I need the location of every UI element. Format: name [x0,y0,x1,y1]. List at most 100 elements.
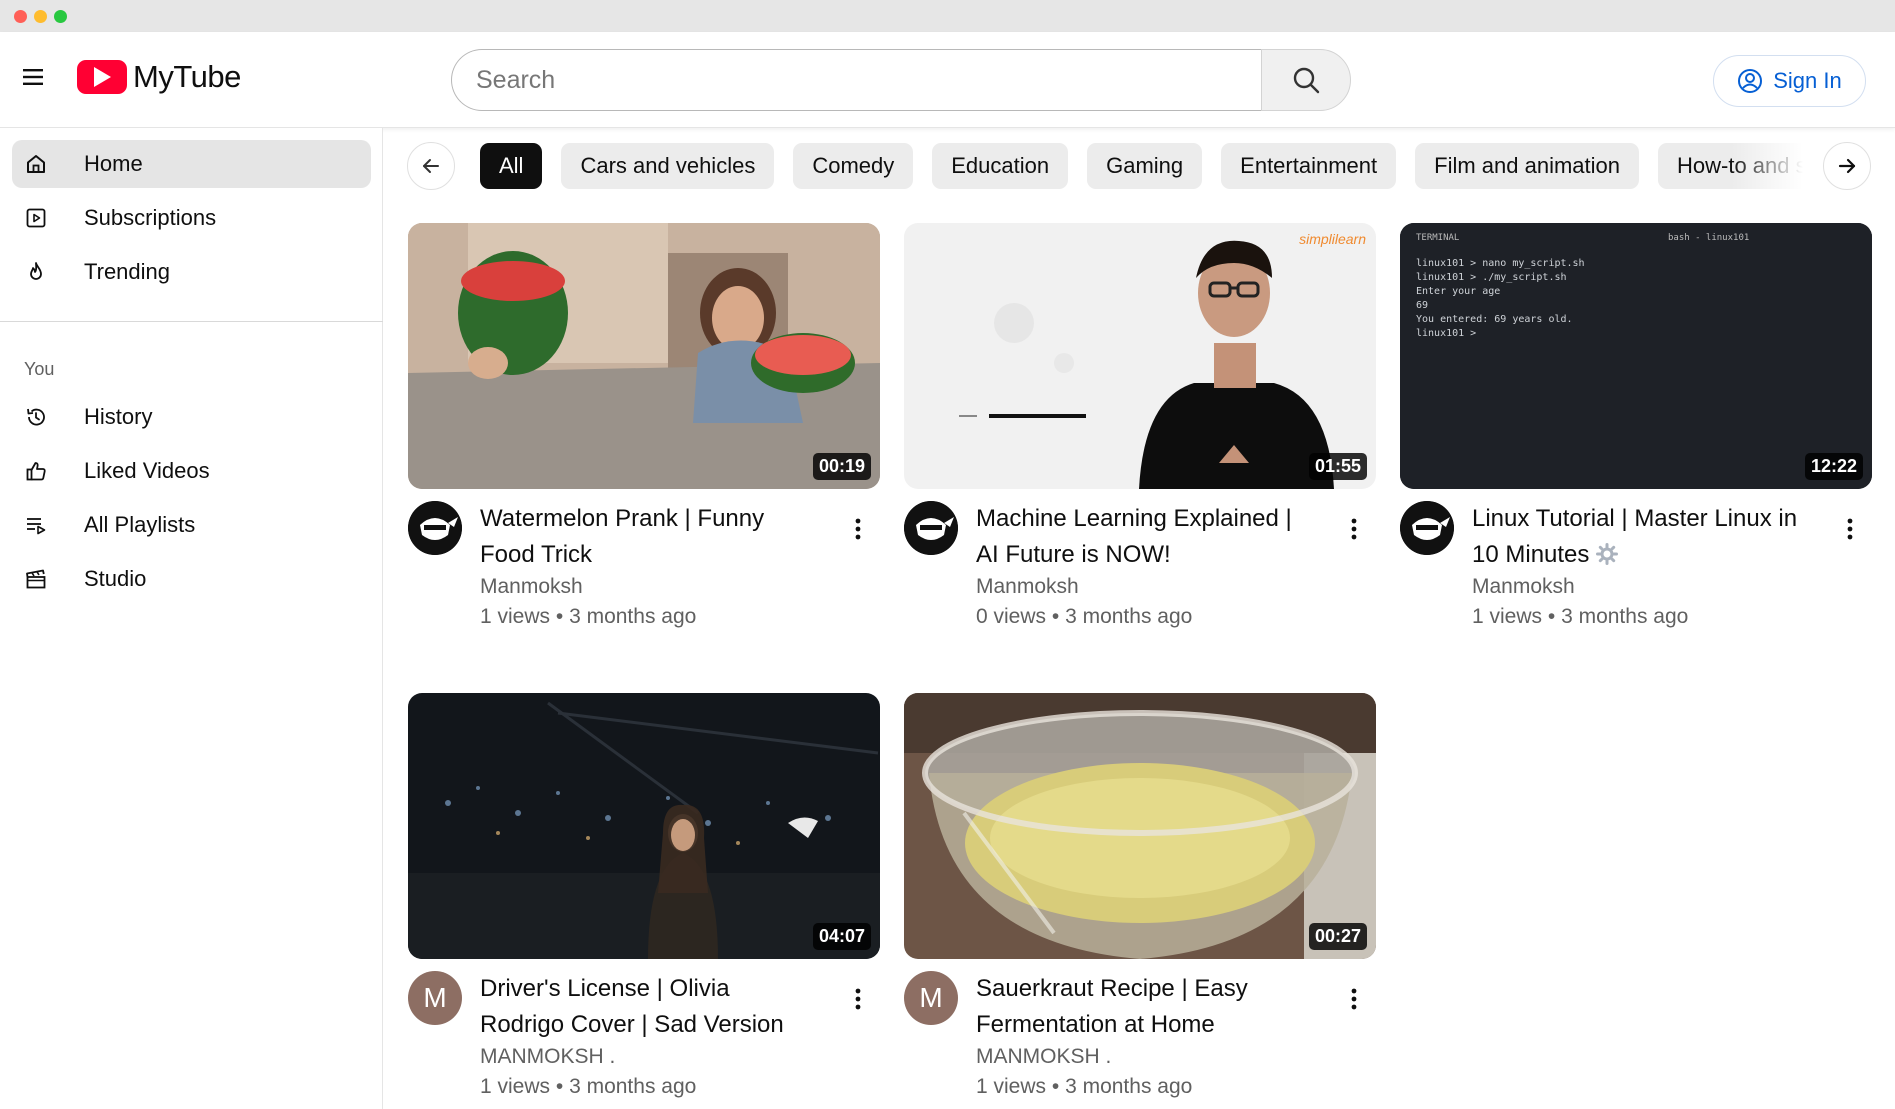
flame-icon [24,260,48,284]
chip-education[interactable]: Education [932,143,1069,189]
terminal-tab-label: TERMINAL [1416,233,1460,243]
upload-age: 3 months ago [1065,605,1193,628]
chip-comedy[interactable]: Comedy [793,143,914,189]
channel-name[interactable]: Manmoksh [1472,575,1575,599]
sidebar: Home Subscriptions Trending You History … [0,128,383,1109]
sidebar-item-label: Trending [84,259,171,284]
terminal-line: 69 [1416,300,1429,311]
video-stats: 0 views • 3 months ago [976,605,1193,628]
terminal-thumbnail-image: TERMINAL bash - linux101 linux101 > nano… [1400,223,1872,489]
ninja-avatar-icon [408,501,462,555]
search-icon [1293,67,1320,94]
terminal-shell-label: bash - linux101 [1668,233,1750,243]
presenter-thumbnail-image [904,223,1376,489]
logo-text: MyTube [133,59,241,94]
sidebar-divider [0,321,383,322]
video-title[interactable]: Watermelon Prank | Funny Food Trick [480,501,820,573]
logo[interactable]: MyTube [77,54,241,100]
video-options-button[interactable] [1838,515,1862,543]
sign-in-button[interactable]: Sign In [1713,55,1866,107]
sidebar-item-label: All Playlists [84,512,196,537]
sidebar-item-label: Liked Videos [84,458,210,483]
gear-icon [1596,543,1619,565]
upload-age: 3 months ago [569,1075,697,1098]
chip-entertainment[interactable]: Entertainment [1221,143,1397,189]
video-card[interactable]: TERMINAL bash - linux101 linux101 > nano… [1400,223,1872,641]
chip-gaming[interactable]: Gaming [1087,143,1203,189]
video-duration: 01:55 [1308,453,1367,480]
history-icon [24,405,48,429]
chip-cars-and-vehicles[interactable]: Cars and vehicles [561,143,775,189]
sidebar-section-title: You [24,359,55,379]
watermelon-thumbnail-image [408,223,880,489]
channel-name[interactable]: MANMOKSH . [480,1045,615,1069]
video-title[interactable]: Sauerkraut Recipe | Easy Fermentation at… [976,971,1316,1043]
subscriptions-icon [24,206,48,230]
top-header: MyTube Sign In [0,32,1895,128]
sidebar-item-all-playlists[interactable]: All Playlists [12,501,371,549]
video-thumbnail[interactable]: TERMINAL bash - linux101 linux101 > nano… [1400,223,1872,489]
chips-scroll-left-button[interactable] [407,142,455,190]
chip-all[interactable]: All [480,143,543,189]
brand-watermark: simplilearn [1299,231,1366,247]
sidebar-item-label: Home [84,151,143,176]
sidebar-item-label: Subscriptions [84,205,217,230]
channel-name[interactable]: MANMOKSH . [976,1045,1111,1069]
chip-how-to-and-style[interactable]: How-to and style [1658,143,1813,189]
category-chips: All Cars and vehicles Comedy Education G… [383,128,1895,202]
close-window-button[interactable] [14,10,27,23]
view-count: 1 views [480,605,551,628]
channel-name[interactable]: Manmoksh [976,575,1079,599]
channel-name[interactable]: Manmoksh [480,575,583,599]
video-thumbnail[interactable]: simplilearn 01:55 [904,223,1376,489]
video-card[interactable]: simplilearn 01:55 Machine Learning Expla… [904,223,1376,641]
chips-scroll-right-button[interactable] [1823,142,1871,190]
channel-avatar[interactable] [904,501,958,555]
channel-avatar[interactable]: M [408,971,462,1025]
terminal-line: linux101 > [1416,328,1477,339]
video-stats: 1 views • 3 months ago [976,1075,1193,1098]
search-input[interactable] [451,49,1261,111]
sidebar-item-home[interactable]: Home [12,140,371,188]
video-card[interactable]: 04:07 M Driver's License | Olivia Rodrig… [408,693,880,1109]
video-options-button[interactable] [1342,515,1366,543]
upload-age: 3 months ago [1065,1075,1193,1098]
channel-avatar[interactable] [1400,501,1454,555]
video-thumbnail[interactable]: 00:19 [408,223,880,489]
window-titlebar [0,0,1895,32]
sidebar-item-liked-videos[interactable]: Liked Videos [12,447,371,495]
channel-avatar[interactable] [408,501,462,555]
terminal-line: linux101 > ./my_script.sh [1416,272,1567,283]
video-title[interactable]: Driver's License | Olivia Rodrigo Cover … [480,971,820,1043]
video-card[interactable]: 00:19 Watermelon Prank | Funny Food Tric… [408,223,880,641]
video-options-button[interactable] [846,515,870,543]
more-vertical-icon [1847,518,1853,540]
maximize-window-button[interactable] [54,10,67,23]
terminal-line: Enter your age [1416,286,1501,297]
video-thumbnail[interactable]: 04:07 [408,693,880,959]
sidebar-item-subscriptions[interactable]: Subscriptions [12,194,371,242]
video-title[interactable]: Linux Tutorial | Master Linux in 10 Minu… [1472,501,1812,573]
sidebar-item-trending[interactable]: Trending [12,248,371,296]
sign-in-label: Sign In [1773,68,1842,93]
video-options-button[interactable] [846,985,870,1013]
channel-avatar[interactable]: M [904,971,958,1025]
upload-age: 3 months ago [569,605,697,628]
chip-film-and-animation[interactable]: Film and animation [1415,143,1639,189]
terminal-line: linux101 > nano my_script.sh [1416,258,1585,269]
playlist-icon [24,513,48,537]
video-title[interactable]: Machine Learning Explained | AI Future i… [976,501,1316,573]
video-thumbnail[interactable]: 00:27 [904,693,1376,959]
sidebar-item-studio[interactable]: Studio [12,555,371,603]
video-stats: 1 views • 3 months ago [1472,605,1689,628]
search-button[interactable] [1261,49,1351,111]
video-card[interactable]: 00:27 M Sauerkraut Recipe | Easy Ferment… [904,693,1376,1109]
view-count: 1 views [1472,605,1543,628]
more-vertical-icon [855,518,861,540]
ninja-avatar-icon [904,501,958,555]
video-options-button[interactable] [1342,985,1366,1013]
chips-viewport: All Cars and vehicles Comedy Education G… [480,143,1813,189]
sidebar-item-history[interactable]: History [12,393,371,441]
minimize-window-button[interactable] [34,10,47,23]
menu-button[interactable] [18,62,48,92]
